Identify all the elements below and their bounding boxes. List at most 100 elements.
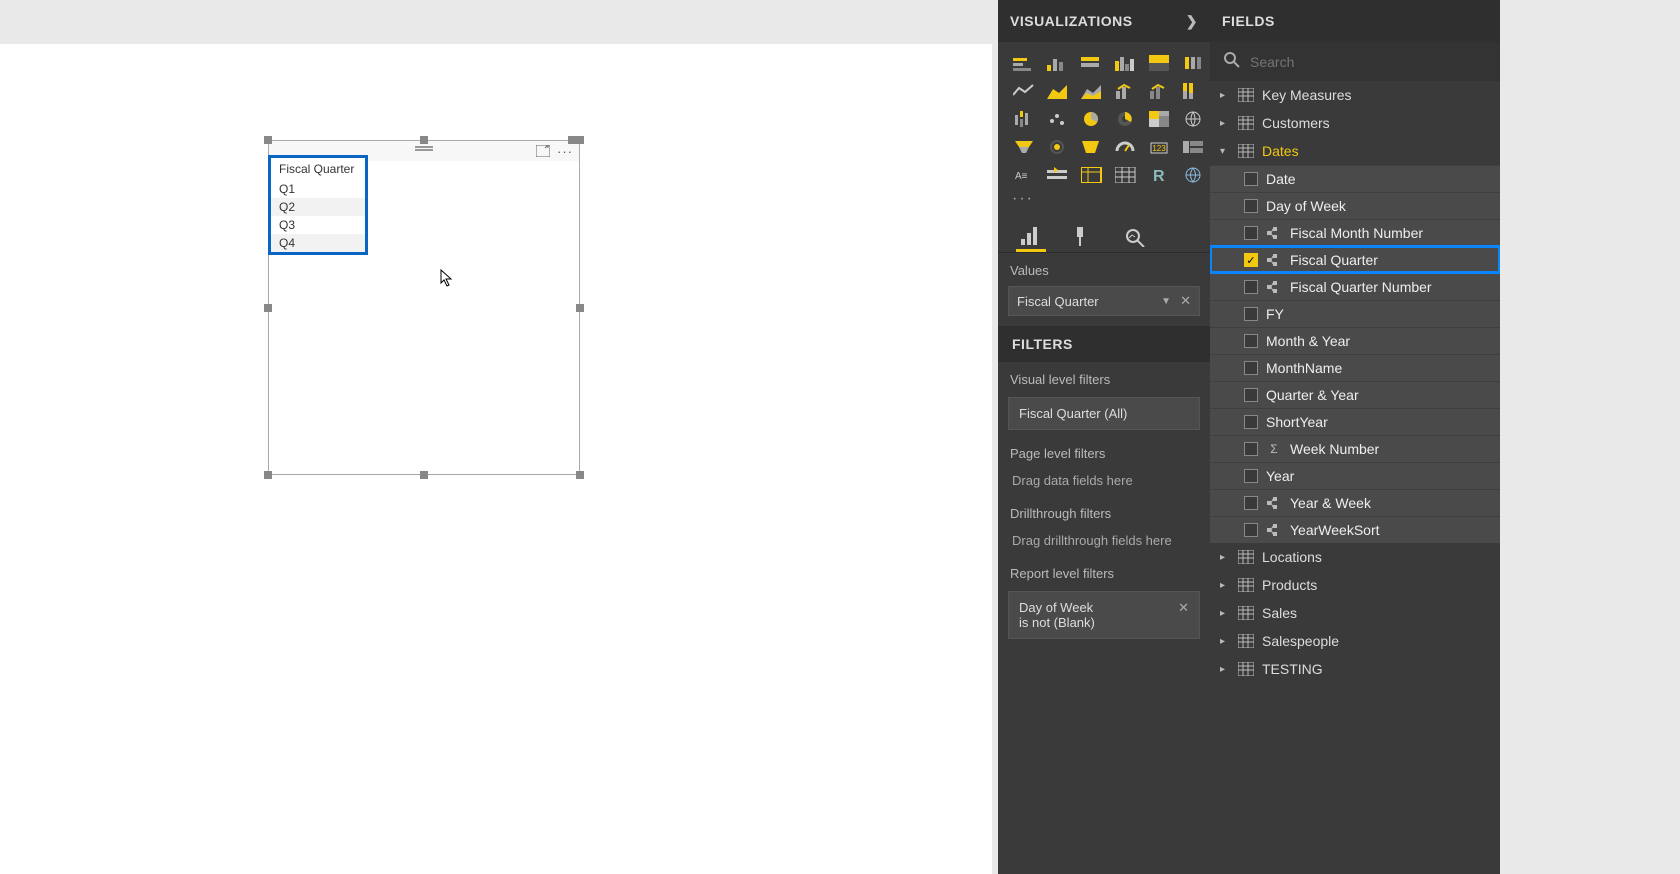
visual-type-button[interactable]	[1078, 108, 1106, 130]
visual-type-button[interactable]	[1146, 52, 1174, 74]
format-tab[interactable]	[1068, 222, 1098, 252]
table-row[interactable]: Q4	[271, 234, 365, 252]
field-fy[interactable]: FY	[1210, 300, 1500, 327]
table-customers[interactable]: ▸Customers	[1210, 109, 1500, 137]
field-checkbox[interactable]	[1244, 388, 1258, 402]
visual-type-button[interactable]	[1044, 136, 1072, 158]
resize-handle[interactable]	[420, 136, 428, 144]
field-checkbox[interactable]	[1244, 361, 1258, 375]
table-salespeople[interactable]: ▸Salespeople	[1210, 627, 1500, 655]
table-row[interactable]: Q3	[271, 216, 365, 234]
field-checkbox[interactable]	[1244, 415, 1258, 429]
visual-type-button[interactable]	[1078, 80, 1106, 102]
table-sales[interactable]: ▸Sales	[1210, 599, 1500, 627]
visual-type-button[interactable]	[1180, 80, 1208, 102]
visual-type-button[interactable]	[1112, 136, 1140, 158]
table-key-measures[interactable]: ▸Key Measures	[1210, 81, 1500, 109]
field-day-of-week[interactable]: Day of Week	[1210, 192, 1500, 219]
visual-type-button[interactable]: R	[1146, 164, 1174, 186]
field-date[interactable]: Date	[1210, 165, 1500, 192]
field-checkbox[interactable]	[1244, 523, 1258, 537]
field-month-year[interactable]: Month & Year	[1210, 327, 1500, 354]
field-checkbox[interactable]	[1244, 226, 1258, 240]
field-fiscal-quarter[interactable]: ✓Fiscal Quarter	[1210, 246, 1500, 273]
table-locations[interactable]: ▸Locations	[1210, 543, 1500, 571]
visual-type-button[interactable]	[1010, 108, 1038, 130]
field-checkbox[interactable]: ✓	[1244, 253, 1258, 267]
resize-handle[interactable]	[576, 471, 584, 479]
report-canvas[interactable]: ··· Fiscal Quarter Q1 Q2 Q3 Q4	[0, 0, 992, 874]
field-quarter-year[interactable]: Quarter & Year	[1210, 381, 1500, 408]
table-row[interactable]: Q2	[271, 198, 365, 216]
drag-grip-icon[interactable]	[415, 145, 433, 153]
visual-type-button[interactable]: 123	[1146, 136, 1174, 158]
table-visual[interactable]: Fiscal Quarter Q1 Q2 Q3 Q4	[268, 155, 368, 255]
table-testing[interactable]: ▸TESTING	[1210, 655, 1500, 683]
visual-type-button[interactable]	[1078, 164, 1106, 186]
resize-handle[interactable]	[264, 304, 272, 312]
visual-type-button[interactable]	[1180, 164, 1208, 186]
visual-type-button[interactable]	[1146, 80, 1174, 102]
visual-type-button[interactable]	[1112, 80, 1140, 102]
analytics-tab[interactable]	[1120, 222, 1150, 252]
fields-header[interactable]: FIELDS	[1210, 0, 1500, 42]
values-field-well[interactable]: Fiscal Quarter ▼ ✕	[1008, 286, 1200, 316]
fields-tab[interactable]	[1016, 222, 1046, 252]
field-yearweeksort[interactable]: YearWeekSort	[1210, 516, 1500, 543]
search-input[interactable]	[1250, 54, 1486, 70]
visual-type-button[interactable]: A≡	[1010, 164, 1038, 186]
field-shortyear[interactable]: ShortYear	[1210, 408, 1500, 435]
drillthrough-dropzone[interactable]: Drag drillthrough fields here	[998, 525, 1210, 556]
chevron-right-icon[interactable]: ❯	[1186, 13, 1198, 30]
field-fiscal-month-number[interactable]: Fiscal Month Number	[1210, 219, 1500, 246]
field-checkbox[interactable]	[1244, 334, 1258, 348]
visual-type-button[interactable]	[1112, 108, 1140, 130]
field-week-number[interactable]: ΣWeek Number	[1210, 435, 1500, 462]
remove-filter-icon[interactable]: ✕	[1178, 600, 1189, 616]
chevron-down-icon[interactable]: ▼	[1161, 296, 1171, 307]
fields-search[interactable]	[1210, 42, 1500, 81]
field-checkbox[interactable]	[1244, 172, 1258, 186]
field-year[interactable]: Year	[1210, 462, 1500, 489]
selected-visual[interactable]: ··· Fiscal Quarter Q1 Q2 Q3 Q4	[268, 140, 580, 475]
field-checkbox[interactable]	[1244, 496, 1258, 510]
visual-type-button[interactable]	[1180, 52, 1208, 74]
field-checkbox[interactable]	[1244, 280, 1258, 294]
field-fiscal-quarter-number[interactable]: Fiscal Quarter Number	[1210, 273, 1500, 300]
field-checkbox[interactable]	[1244, 442, 1258, 456]
table-products[interactable]: ▸Products	[1210, 571, 1500, 599]
visual-type-button[interactable]	[1112, 52, 1140, 74]
table-row[interactable]: Q1	[271, 180, 365, 198]
remove-field-icon[interactable]: ✕	[1180, 293, 1191, 309]
visual-type-button[interactable]	[1010, 80, 1038, 102]
visual-type-button[interactable]	[1044, 80, 1072, 102]
resize-handle[interactable]	[420, 471, 428, 479]
resize-handle[interactable]	[568, 136, 584, 144]
field-checkbox[interactable]	[1244, 469, 1258, 483]
field-checkbox[interactable]	[1244, 199, 1258, 213]
resize-handle[interactable]	[264, 136, 272, 144]
visual-type-button[interactable]	[1044, 52, 1072, 74]
more-options-icon[interactable]: ···	[557, 144, 573, 158]
field-checkbox[interactable]	[1244, 307, 1258, 321]
visual-type-button[interactable]	[1146, 108, 1174, 130]
visual-type-button[interactable]	[1180, 136, 1208, 158]
visualizations-header[interactable]: VISUALIZATIONS ❯	[998, 0, 1210, 42]
resize-handle[interactable]	[576, 304, 584, 312]
visual-type-button[interactable]	[1078, 136, 1106, 158]
visual-type-button[interactable]	[1010, 52, 1038, 74]
table-dates[interactable]: ▾Dates	[1210, 137, 1500, 165]
visual-type-button[interactable]	[1078, 52, 1106, 74]
focus-mode-icon[interactable]	[535, 144, 551, 158]
report-filter-card[interactable]: ✕ Day of Week is not (Blank)	[1008, 591, 1200, 639]
resize-handle[interactable]	[264, 471, 272, 479]
visual-type-button[interactable]	[1180, 108, 1208, 130]
field-year-week[interactable]: Year & Week	[1210, 489, 1500, 516]
page-filter-dropzone[interactable]: Drag data fields here	[998, 465, 1210, 496]
visual-type-button[interactable]	[1112, 164, 1140, 186]
visual-type-button[interactable]	[1044, 164, 1072, 186]
field-monthname[interactable]: MonthName	[1210, 354, 1500, 381]
column-header[interactable]: Fiscal Quarter	[271, 158, 365, 180]
more-visuals-icon[interactable]: ···	[998, 190, 1210, 216]
visual-filter-card[interactable]: Fiscal Quarter (All)	[1008, 397, 1200, 430]
